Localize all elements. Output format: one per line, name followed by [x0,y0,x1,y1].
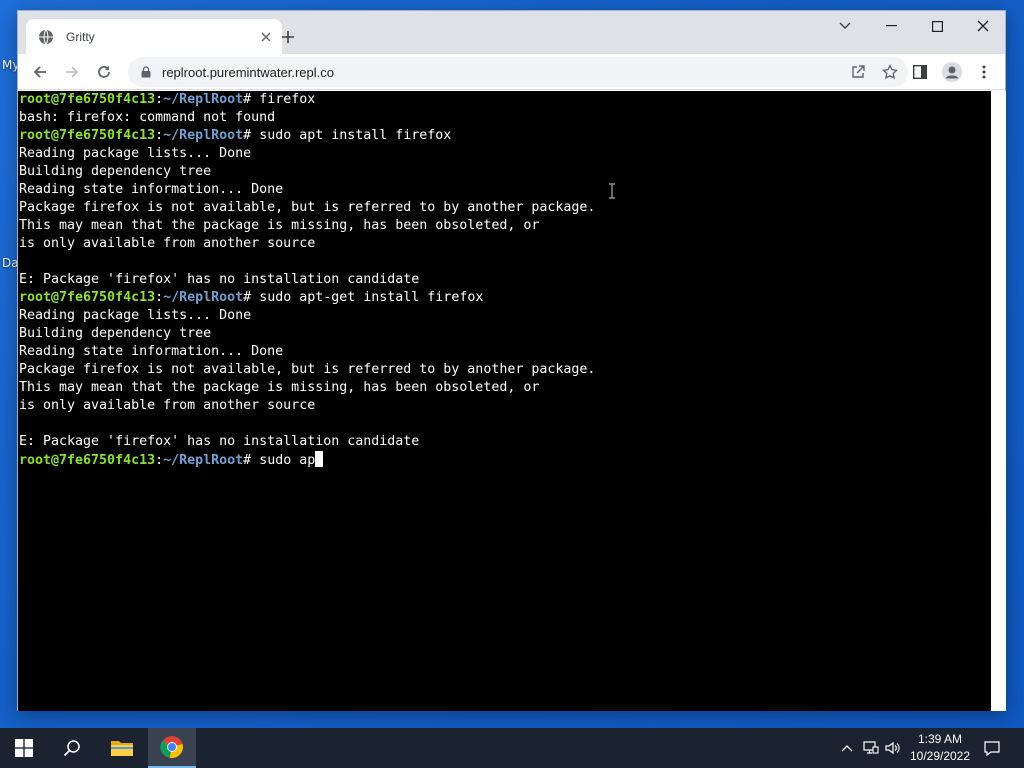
prompt-user: root@7fe6750f4c13 [19,453,156,468]
tab-gritty[interactable]: Gritty [26,19,282,54]
terminal-scrollbar[interactable] [991,91,1006,711]
prompt-symbol: # [243,290,260,305]
globe-icon [38,29,54,45]
url-text[interactable]: replroot.puremintwater.repl.co [162,65,844,80]
terminal-output-line: is only available from another source [19,236,316,251]
prompt-symbol: # [243,453,260,468]
command-text: sudo apt install firefox [259,128,452,143]
terminal-output-line: Reading state information... Done [19,344,284,359]
prompt-path: ~/ReplRoot [163,290,244,305]
terminal-input-line: root@7fe6750f4c13:~/ReplRoot# sudo ap [18,451,991,469]
prompt-path: ~/ReplRoot [163,92,244,107]
prompt-user: root@7fe6750f4c13 [19,92,156,107]
terminal-output-line: This may mean that the package is missin… [19,380,540,395]
profile-avatar-icon[interactable] [938,58,966,86]
prompt-path: ~/ReplRoot [163,128,244,143]
taskbar-clock[interactable]: 1:39 AM 10/29/2022 [902,731,978,765]
clock-time: 1:39 AM [917,732,963,746]
address-bar[interactable]: replroot.puremintwater.repl.co [128,57,908,87]
tab-title: Gritty [66,29,95,44]
terminal-prompt-line: root@7fe6750f4c13:~/ReplRoot# sudo apt i… [19,128,452,143]
terminal-output-line: Reading package lists... Done [19,308,252,323]
terminal-cursor [315,451,324,467]
share-icon[interactable] [844,58,872,86]
prompt-symbol: # [243,128,260,143]
terminal-output-line: This may mean that the package is missin… [19,218,540,233]
chevron-up-icon[interactable] [836,728,858,768]
command-text: firefox [259,92,316,107]
reload-button[interactable] [90,58,118,86]
text-cursor-icon [609,183,615,199]
terminal-output-line: Package firefox is not available, but is… [19,362,596,377]
forward-button[interactable] [58,58,86,86]
back-button[interactable] [26,58,54,86]
maximize-button[interactable] [914,11,960,41]
side-panel-icon[interactable] [906,58,934,86]
terminal-output-line: Building dependency tree [19,164,212,179]
volume-icon[interactable] [882,728,904,768]
chrome-icon[interactable] [148,728,196,768]
terminal-output-line: Package firefox is not available, but is… [19,200,596,215]
command-input[interactable]: sudo ap [259,453,315,468]
search-icon[interactable] [48,728,96,768]
tab-search-icon[interactable] [822,11,868,41]
browser-window: Gritty replroot.puremintwater.repl.co ro… [17,10,1006,711]
lock-icon[interactable] [140,65,152,79]
prompt-user: root@7fe6750f4c13 [19,128,156,143]
terminal-output-line: is only available from another source [19,398,316,413]
bookmark-star-icon[interactable] [876,58,904,86]
close-window-button[interactable] [960,11,1006,41]
clock-date: 10/29/2022 [909,749,971,763]
prompt-symbol: # [243,92,260,107]
terminal-output-line: Reading state information... Done [19,182,284,197]
terminal-output-line: E: Package 'firefox' has no installation… [19,434,420,449]
taskbar: 1:39 AM 10/29/2022 [0,728,1024,768]
command-text: sudo apt-get install firefox [259,290,484,305]
browser-toolbar: replroot.puremintwater.repl.co [18,54,1005,90]
start-button[interactable] [0,728,48,768]
prompt-user: root@7fe6750f4c13 [19,290,156,305]
terminal-output-line: E: Package 'firefox' has no installation… [19,272,420,287]
terminal-output-line: Reading package lists... Done [19,146,252,161]
terminal-output-line: Building dependency tree [19,326,212,341]
network-icon[interactable] [860,728,882,768]
terminal-output-line: bash: firefox: command not found [19,110,276,125]
minimize-button[interactable] [868,11,914,41]
menu-kebab-icon[interactable] [970,58,998,86]
prompt-path: ~/ReplRoot [163,453,244,468]
close-tab-icon[interactable] [256,27,276,47]
notification-icon[interactable] [980,728,1004,768]
file-explorer-icon[interactable] [98,728,146,768]
terminal-prompt-line: root@7fe6750f4c13:~/ReplRoot# sudo apt-g… [19,290,484,305]
terminal-prompt-line: root@7fe6750f4c13:~/ReplRoot# firefox [19,92,316,107]
title-bar: Gritty [18,11,1005,54]
new-tab-button[interactable] [276,25,300,49]
terminal-output[interactable]: root@7fe6750f4c13:~/ReplRoot# firefox bas… [18,91,991,711]
